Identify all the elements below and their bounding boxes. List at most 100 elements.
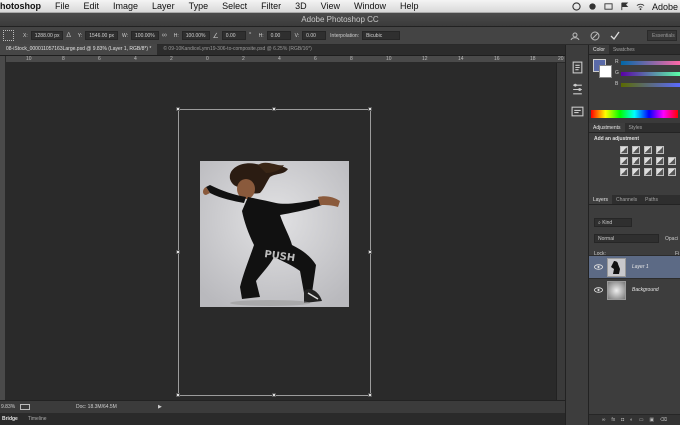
transform-handle[interactable] <box>176 250 180 254</box>
warp-icon[interactable] <box>570 31 580 41</box>
transform-handle[interactable] <box>272 393 276 397</box>
menu-type[interactable]: Type <box>189 1 209 11</box>
slider-b[interactable] <box>621 83 680 87</box>
window-title: Adobe Photoshop CC <box>0 13 680 27</box>
menu-select[interactable]: Select <box>222 1 247 11</box>
curves-adjustment-icon[interactable] <box>644 146 652 154</box>
menu-help[interactable]: Help <box>400 1 419 11</box>
vibrance-adjustment-icon[interactable] <box>620 157 628 165</box>
properties-icon[interactable] <box>571 83 584 96</box>
vskew-field[interactable]: 0.00 <box>302 31 327 40</box>
adjustment-row <box>589 157 680 165</box>
menu-edit[interactable]: Edit <box>84 1 100 11</box>
blend-mode-select[interactable]: Normal <box>594 234 659 243</box>
transform-handle[interactable] <box>176 393 180 397</box>
transform-handle[interactable] <box>272 107 276 111</box>
exposure-adjustment-icon[interactable] <box>656 146 664 154</box>
commit-transform-icon[interactable] <box>610 31 620 41</box>
status-menu-arrow-icon[interactable]: ▶ <box>158 404 162 410</box>
add-mask-icon[interactable]: ◘ <box>621 417 624 423</box>
color-balance-adjustment-icon[interactable] <box>644 157 652 165</box>
share-icon[interactable] <box>20 404 30 410</box>
menu-file[interactable]: File <box>55 1 70 11</box>
delete-layer-icon[interactable]: ⌫ <box>660 417 667 423</box>
menu-window[interactable]: Window <box>354 1 386 11</box>
app-menu[interactable]: hotoshop <box>0 1 41 11</box>
layer-filter-select[interactable]: ⌕ Kind <box>594 218 632 227</box>
hskew-field[interactable]: 0.00 <box>266 31 291 40</box>
menu-3d[interactable]: 3D <box>295 1 307 11</box>
layer-name[interactable]: Layer 1 <box>632 264 649 270</box>
gradient-map-adjustment-icon[interactable] <box>656 168 664 176</box>
flag-icon[interactable] <box>620 2 629 11</box>
color-spectrum[interactable] <box>591 110 678 118</box>
ruler-tick: 4 <box>278 56 281 62</box>
tab-adjustments[interactable]: Adjustments <box>589 123 625 132</box>
angle-field[interactable]: 0.00 <box>221 31 246 40</box>
layer-row-layer-1[interactable]: Layer 1 <box>589 255 680 278</box>
tab-bridge[interactable]: Bridge <box>0 416 18 422</box>
tab-layers[interactable]: Layers <box>589 195 613 204</box>
y-field[interactable]: 1546.00 px <box>85 31 118 40</box>
threshold-adjustment-icon[interactable] <box>644 168 652 176</box>
zoom-level[interactable]: 9.83% <box>0 404 20 410</box>
tab-channels[interactable]: Channels <box>612 195 641 204</box>
menu-filter[interactable]: Filter <box>261 1 281 11</box>
history-icon[interactable] <box>571 61 584 74</box>
menu-view[interactable]: View <box>321 1 340 11</box>
creative-cloud-icon[interactable] <box>572 2 581 11</box>
adjustment-layer-icon[interactable]: ◐ <box>630 417 633 423</box>
layers-footer: ∞ fx ◘ ◐ ▭ ▣ ⌫ <box>589 414 680 425</box>
black-white-adjustment-icon[interactable] <box>656 157 664 165</box>
degree-sign: ° <box>248 32 252 39</box>
info-icon[interactable] <box>571 105 584 118</box>
x-field[interactable]: 1288.00 px <box>30 31 64 40</box>
cancel-transform-icon[interactable] <box>590 31 600 41</box>
tab-document-2[interactable]: © 09-10KandiceLynn19-306-to-composite.ps… <box>157 44 317 55</box>
interpolation-select[interactable]: Bicubic <box>362 31 401 40</box>
layer-photo-dancer[interactable]: PUSH <box>200 161 349 307</box>
visibility-eye-icon[interactable] <box>594 287 603 293</box>
w-field[interactable]: 100.00% <box>131 31 159 40</box>
invert-adjustment-icon[interactable] <box>620 168 628 176</box>
transform-handle[interactable] <box>368 393 372 397</box>
brightness-adjustment-icon[interactable] <box>620 146 628 154</box>
vertical-scrollbar[interactable] <box>556 63 565 400</box>
h-field[interactable]: 100.00% <box>181 31 210 40</box>
menu-bar: hotoshop File Edit Image Layer Type Sele… <box>0 0 680 13</box>
menu-image[interactable]: Image <box>113 1 138 11</box>
slider-g[interactable] <box>621 72 680 76</box>
menu-layer[interactable]: Layer <box>152 1 175 11</box>
hue-saturation-adjustment-icon[interactable] <box>632 157 640 165</box>
tab-color[interactable]: Color <box>589 45 609 54</box>
tab-timeline[interactable]: Timeline <box>26 416 47 422</box>
workspace-switcher[interactable]: Essentials <box>647 30 677 41</box>
new-layer-icon[interactable]: ▣ <box>649 417 654 423</box>
selective-color-adjustment-icon[interactable] <box>668 168 676 176</box>
sync-icon[interactable] <box>588 2 597 11</box>
tab-swatches[interactable]: Swatches <box>609 45 639 54</box>
levels-adjustment-icon[interactable] <box>632 146 640 154</box>
wifi-icon[interactable] <box>636 2 645 11</box>
visibility-eye-icon[interactable] <box>594 264 603 270</box>
tab-paths[interactable]: Paths <box>641 195 662 204</box>
new-group-icon[interactable]: ▭ <box>639 417 644 423</box>
reference-point-icon[interactable] <box>3 30 14 41</box>
tab-styles[interactable]: Styles <box>625 123 647 132</box>
link-layers-icon[interactable]: ∞ <box>602 417 606 423</box>
layer-style-button[interactable]: fx <box>611 417 615 423</box>
background-swatch[interactable] <box>599 65 612 78</box>
tab-document-1[interactable]: 08-iStock_000011057163Large.psd @ 9.83% … <box>0 44 158 55</box>
transform-handle[interactable] <box>368 250 372 254</box>
link-icon[interactable]: ∞ <box>162 32 167 39</box>
layer-name[interactable]: Background <box>632 287 659 293</box>
slider-r[interactable] <box>621 61 680 65</box>
transform-handle[interactable] <box>176 107 180 111</box>
layer-row-background[interactable]: Background <box>589 278 680 301</box>
adjustments-panel-tabs: Adjustments Styles <box>589 123 680 133</box>
adjustments-panel: Add an adjustment <box>589 133 680 203</box>
posterize-adjustment-icon[interactable] <box>632 168 640 176</box>
photo-filter-adjustment-icon[interactable] <box>668 157 676 165</box>
display-icon[interactable] <box>604 2 613 11</box>
transform-handle[interactable] <box>368 107 372 111</box>
